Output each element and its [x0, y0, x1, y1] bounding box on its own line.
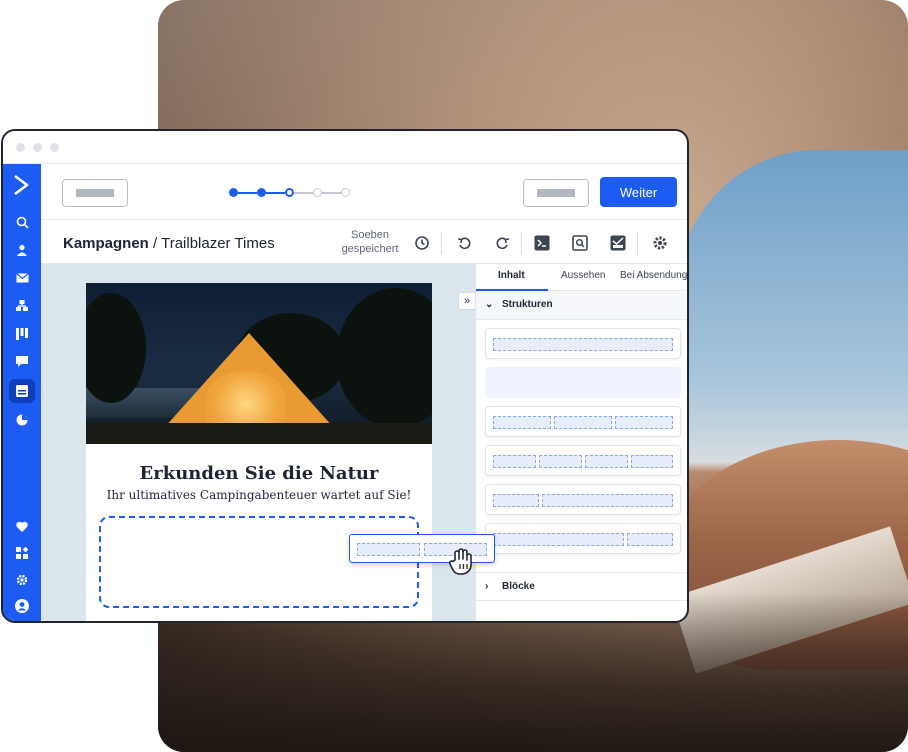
search-icon[interactable] — [3, 211, 41, 233]
conversations-icon[interactable] — [3, 351, 41, 373]
email-canvas: Erkunden Sie die Natur Ihr ultimatives C… — [41, 264, 475, 621]
editor-topbar: Weiter — [41, 164, 687, 220]
tab-appearance[interactable]: Aussehen — [561, 270, 605, 281]
email-icon[interactable] — [3, 267, 41, 289]
redo-icon[interactable] — [493, 234, 511, 252]
automations-icon[interactable] — [3, 295, 41, 317]
panel-tabs: Inhalt Aussehen Bei Absendung — [476, 264, 687, 291]
step-1[interactable] — [229, 188, 238, 197]
tab-on-send[interactable]: Bei Absendung — [620, 270, 687, 281]
hero-image-tent[interactable] — [86, 283, 432, 444]
header-divider — [521, 232, 522, 254]
step-3-current[interactable] — [285, 188, 294, 197]
account-avatar-icon[interactable] — [3, 595, 41, 617]
send-test-icon[interactable] — [609, 234, 627, 252]
step-2[interactable] — [257, 188, 266, 197]
contacts-icon[interactable] — [3, 239, 41, 261]
undo-icon[interactable] — [455, 234, 473, 252]
breadcrumb-root[interactable]: Kampagnen — [63, 235, 149, 252]
pipeline-icon[interactable] — [3, 323, 41, 345]
email-preview: Erkunden Sie die Natur Ihr ultimatives C… — [86, 283, 432, 621]
editor-header: Kampagnen / Trailblazer Times Soeben ges… — [41, 220, 687, 264]
step-5[interactable] — [341, 188, 350, 197]
campaigns-icon[interactable] — [9, 379, 35, 403]
collapse-panel-icon[interactable]: » — [458, 292, 476, 310]
breadcrumb: Kampagnen / Trailblazer Times — [63, 235, 275, 252]
window-minimize-dot[interactable] — [33, 143, 42, 152]
history-icon[interactable] — [413, 234, 431, 252]
header-divider — [441, 232, 442, 254]
section-blocks-label: Blöcke — [502, 581, 535, 592]
email-headline[interactable]: Erkunden Sie die Natur — [86, 463, 432, 484]
preview-icon[interactable] — [571, 234, 589, 252]
tab-content[interactable]: Inhalt — [498, 270, 525, 281]
next-button[interactable]: Weiter — [600, 177, 677, 207]
section-structures-label: Strukturen — [502, 299, 553, 310]
chevron-right-icon: › — [485, 581, 489, 592]
grab-cursor-icon — [447, 547, 477, 577]
stage: Weiter Kampagnen / Trailblazer Times Soe… — [0, 0, 908, 752]
save-status: Soeben gespeichert — [341, 229, 399, 255]
sidebar-rail — [3, 164, 41, 621]
structure-3-columns[interactable] — [485, 406, 681, 437]
structure-2-3-1-3[interactable] — [485, 523, 681, 554]
header-divider — [637, 232, 638, 254]
structure-4-columns[interactable] — [485, 445, 681, 476]
app-window: Weiter Kampagnen / Trailblazer Times Soe… — [1, 129, 689, 623]
section-blocks[interactable]: › Blöcke — [476, 572, 687, 601]
structure-empty-placeholder[interactable] — [485, 367, 681, 398]
settings-gear-icon[interactable] — [3, 569, 41, 591]
section-structures[interactable]: ⌄ Strukturen — [476, 291, 687, 320]
breadcrumb-current: Trailblazer Times — [161, 235, 275, 252]
secondary-action-button[interactable] — [523, 179, 589, 207]
code-editor-icon[interactable] — [533, 234, 551, 252]
reports-icon[interactable] — [3, 409, 41, 431]
structure-1-column[interactable] — [485, 328, 681, 359]
settings-icon[interactable] — [651, 234, 669, 252]
breadcrumb-separator: / — [148, 235, 162, 252]
window-maximize-dot[interactable] — [50, 143, 59, 152]
apps-icon[interactable] — [3, 542, 41, 564]
email-subheadline[interactable]: Ihr ultimatives Campingabenteuer wartet … — [86, 488, 432, 502]
step-4[interactable] — [313, 188, 322, 197]
back-button[interactable] — [62, 179, 128, 207]
window-titlebar — [3, 131, 687, 164]
content-panel: Inhalt Aussehen Bei Absendung ⌄ Struktur… — [475, 264, 687, 621]
favorites-heart-icon[interactable] — [3, 515, 41, 537]
structure-1-3-2-3[interactable] — [485, 484, 681, 515]
brand-logo-icon[interactable] — [12, 174, 32, 196]
window-close-dot[interactable] — [16, 143, 25, 152]
chevron-down-icon: ⌄ — [485, 299, 494, 310]
